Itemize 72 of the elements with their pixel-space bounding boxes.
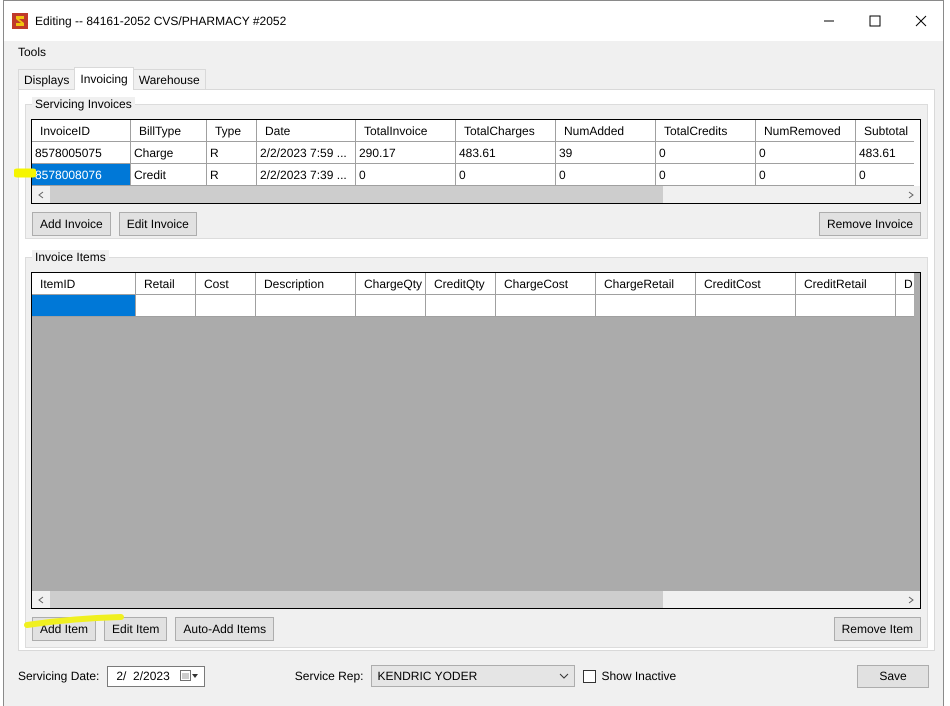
chevron-down-icon xyxy=(559,673,570,679)
window-title: Editing -- 84161-2052 CVS/PHARMACY #2052 xyxy=(35,14,286,28)
column-header[interactable]: Date xyxy=(257,120,356,142)
table-cell: 0 xyxy=(656,164,756,186)
tab[interactable]: Displays xyxy=(18,69,76,89)
column-header[interactable]: Type xyxy=(207,120,257,142)
table-cell: 39 xyxy=(556,142,656,164)
table-cell: 0 xyxy=(656,142,756,164)
save-button[interactable]: Save xyxy=(857,664,929,688)
tab[interactable]: Warehouse xyxy=(132,69,206,89)
table-cell: 8578008076 xyxy=(32,164,131,186)
table-cell: 290.17 xyxy=(356,142,456,164)
column-header[interactable]: ChargeQty xyxy=(356,273,426,295)
button[interactable]: Edit Invoice xyxy=(118,212,197,236)
table-cell: 0 xyxy=(756,142,856,164)
button[interactable]: Add Invoice xyxy=(32,212,111,236)
menu-item[interactable]: Tools xyxy=(10,45,54,59)
close-icon xyxy=(915,15,927,27)
button[interactable]: Remove Invoice xyxy=(818,212,921,236)
highlighter-mark xyxy=(14,167,36,179)
group-title: Invoice Items xyxy=(32,250,109,264)
column-header[interactable]: TotalCredits xyxy=(656,120,756,142)
table-cell: 0 xyxy=(556,164,656,186)
column-header[interactable]: Retail xyxy=(136,273,196,295)
table-cell: 0 xyxy=(756,164,856,186)
button[interactable]: Auto-Add Items xyxy=(175,617,274,641)
table-cell: R xyxy=(207,142,257,164)
table-cell xyxy=(136,295,196,317)
column-header[interactable]: TotalInvoice xyxy=(356,120,456,142)
maximize-icon xyxy=(869,15,881,27)
scroll-thumb[interactable] xyxy=(50,186,664,203)
column-header[interactable]: ItemID xyxy=(32,273,136,295)
app-icon xyxy=(12,13,28,29)
column-header[interactable]: Cost xyxy=(196,273,256,295)
column-header[interactable]: TotalCharges xyxy=(456,120,556,142)
tab[interactable]: Invoicing xyxy=(74,67,134,90)
button[interactable]: Remove Item xyxy=(834,617,921,641)
checkbox-label[interactable]: Show Inactive xyxy=(601,669,676,683)
group-title: Servicing Invoices xyxy=(32,97,135,111)
column-header[interactable]: CreditRetail xyxy=(796,273,896,295)
column-header[interactable]: CreditQty xyxy=(426,273,496,295)
field-label: Servicing Date: xyxy=(18,669,100,683)
table-cell: 0 xyxy=(456,164,556,186)
table-cell: Credit xyxy=(131,164,207,186)
scrollbar[interactable] xyxy=(32,186,920,203)
calendar-icon xyxy=(180,670,198,682)
field-label: Service Rep: xyxy=(294,669,364,683)
table-cell xyxy=(356,295,426,317)
column-header[interactable]: NumAdded xyxy=(556,120,656,142)
table-cell: Charge xyxy=(131,142,207,164)
checkbox[interactable] xyxy=(583,670,596,682)
column-header[interactable]: ChargeRetail xyxy=(596,273,696,295)
column-header[interactable]: Description xyxy=(256,273,356,295)
column-header[interactable]: CreditCost xyxy=(696,273,796,295)
table-cell: R xyxy=(207,164,257,186)
table-cell: 0 xyxy=(356,164,456,186)
column-header[interactable]: BillType xyxy=(131,120,207,142)
table-cell: 483.61 xyxy=(456,142,556,164)
column-header[interactable]: D xyxy=(896,273,914,295)
table-cell xyxy=(426,295,496,317)
button[interactable]: Edit Item xyxy=(104,617,168,641)
table-cell xyxy=(196,295,256,317)
table-cell: 2/2/2023 7:59 ... xyxy=(257,142,356,164)
date-field[interactable]: 2/ 2/2023 xyxy=(107,666,205,686)
column-header[interactable]: NumRemoved xyxy=(756,120,856,142)
table-cell: 8578005075 xyxy=(32,142,131,164)
scrollbar[interactable] xyxy=(32,591,920,608)
dropdown[interactable]: KENDRIC YODER xyxy=(371,665,576,687)
table-cell: 2/2/2023 7:39 ... xyxy=(257,164,356,186)
scroll-thumb[interactable] xyxy=(50,591,664,608)
column-header[interactable]: InvoiceID xyxy=(32,120,131,142)
column-header[interactable]: ChargeCost xyxy=(496,273,596,295)
